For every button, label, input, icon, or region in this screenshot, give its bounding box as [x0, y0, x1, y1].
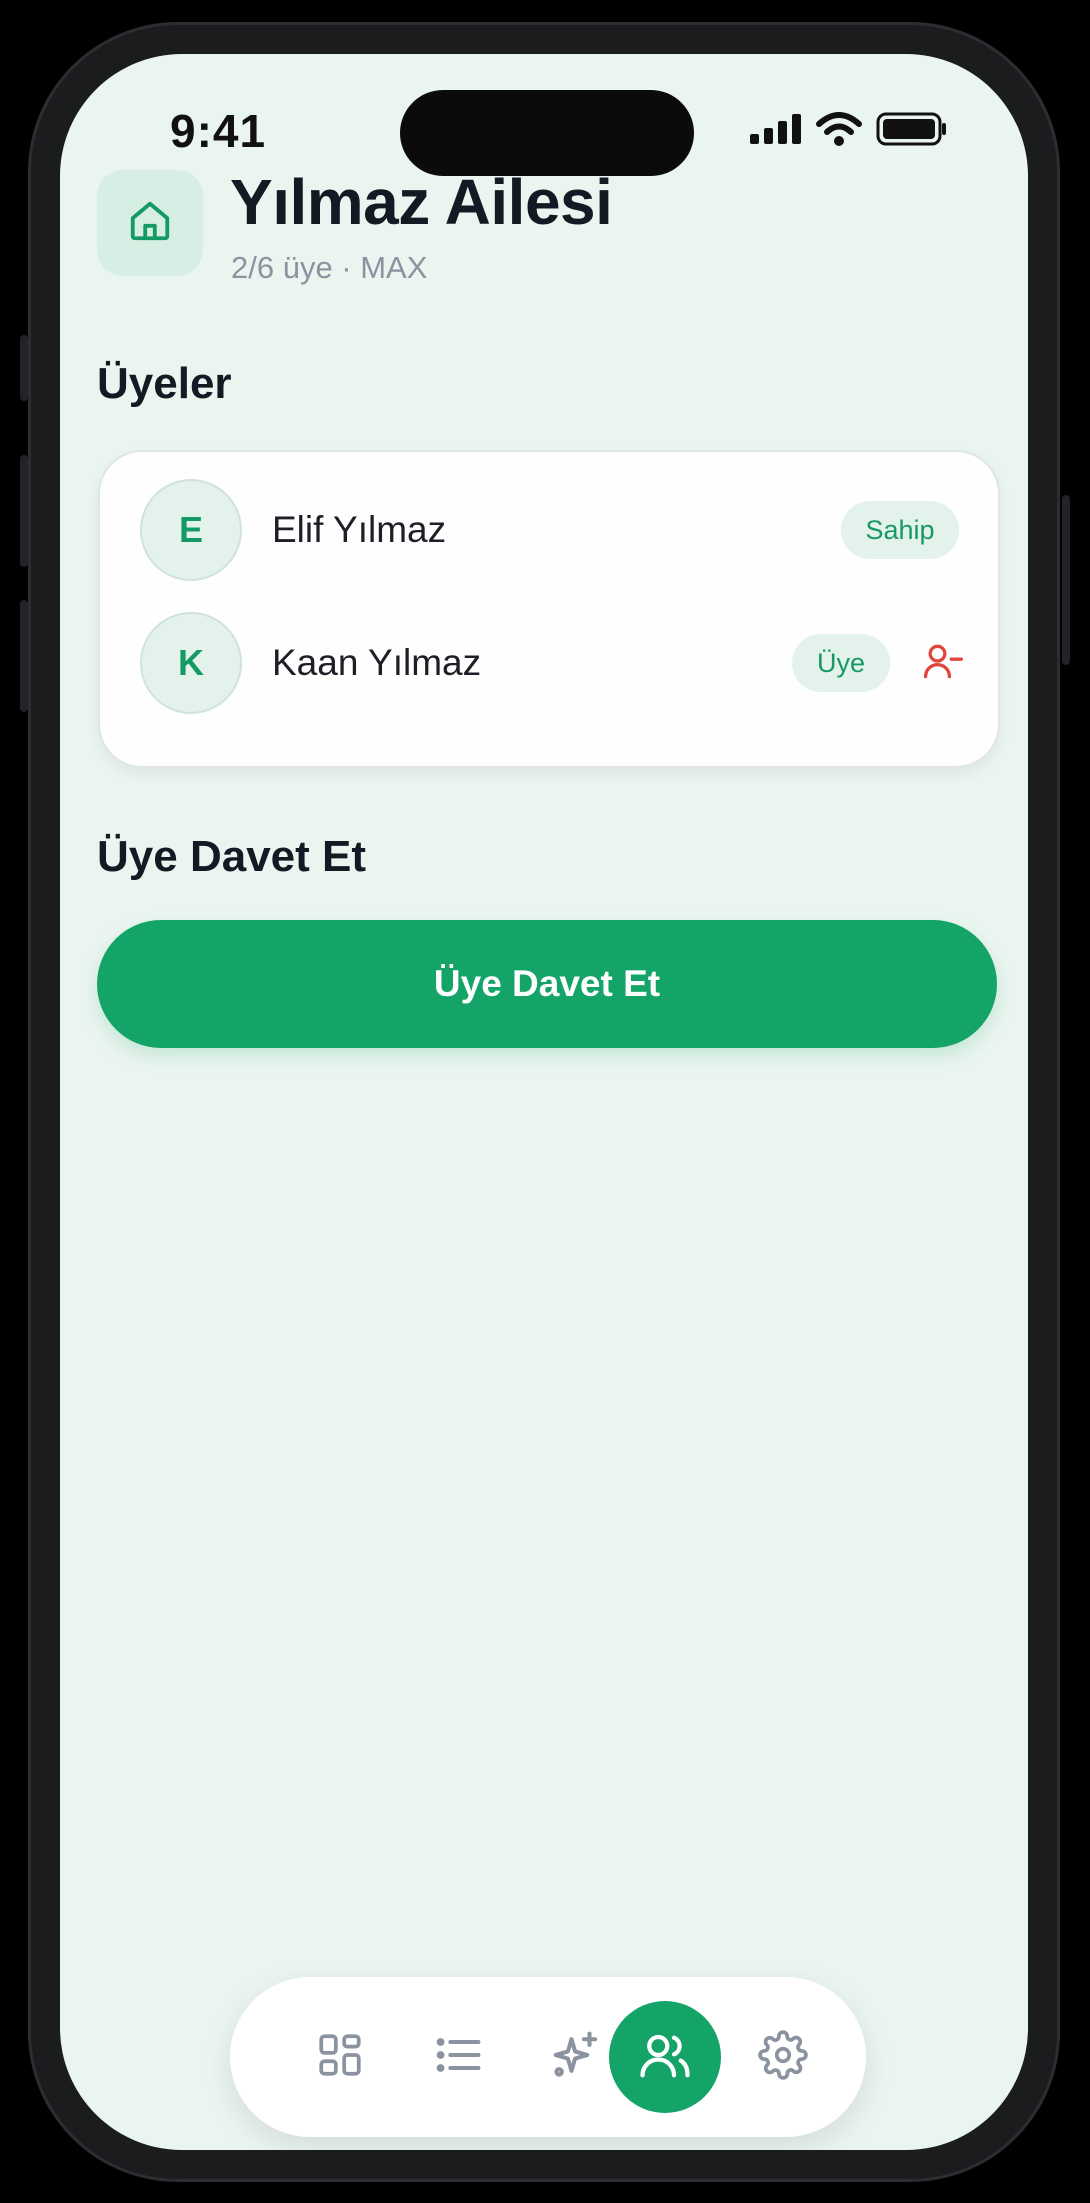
list-icon — [433, 2029, 485, 2086]
wifi-icon — [816, 112, 862, 151]
tab-settings[interactable] — [727, 1977, 839, 2137]
sparkle-add-icon — [549, 2028, 603, 2087]
members-card: E Elif Yılmaz Sahip K Kaan Yılmaz Üye — [98, 450, 1000, 768]
battery-icon — [876, 112, 948, 151]
home-icon — [127, 198, 173, 249]
member-row[interactable]: E Elif Yılmaz Sahip — [100, 479, 998, 589]
role-badge-member: Üye — [792, 634, 890, 692]
family-title: Yılmaz Ailesi — [230, 166, 613, 238]
family-subtitle: 2/6 üye · MAX — [231, 250, 428, 285]
status-icons — [750, 112, 948, 151]
invite-member-button[interactable]: Üye Davet Et — [97, 920, 997, 1048]
family-home-tile — [97, 170, 203, 276]
volume-down-button — [20, 600, 28, 712]
tab-dashboard[interactable] — [284, 1977, 396, 2137]
invite-heading: Üye Davet Et — [97, 832, 367, 881]
action-button — [20, 335, 28, 401]
volume-up-button — [20, 455, 28, 567]
member-name: Elif Yılmaz — [272, 509, 447, 550]
member-name: Kaan Yılmaz — [272, 642, 482, 683]
app-screen: 9:41 Yılmaz Ailesi 2/6 üye · MAX Üyeler … — [60, 54, 1028, 2150]
members-heading: Üyeler — [97, 359, 232, 408]
user-minus-icon — [921, 639, 965, 688]
role-badge-owner: Sahip — [841, 501, 959, 559]
power-button — [1062, 495, 1070, 665]
dashboard-grid-icon — [315, 2030, 365, 2085]
bottom-tab-bar — [230, 1977, 866, 2137]
avatar: E — [140, 479, 242, 581]
tab-list[interactable] — [403, 1977, 515, 2137]
member-row[interactable]: K Kaan Yılmaz Üye — [100, 612, 998, 722]
users-icon — [638, 2028, 692, 2087]
cellular-signal-icon — [750, 114, 802, 149]
gear-icon — [758, 2029, 808, 2085]
remove-member-button[interactable] — [918, 638, 968, 688]
status-time: 9:41 — [170, 105, 267, 157]
avatar: K — [140, 612, 242, 714]
tab-members[interactable] — [609, 1977, 721, 2137]
